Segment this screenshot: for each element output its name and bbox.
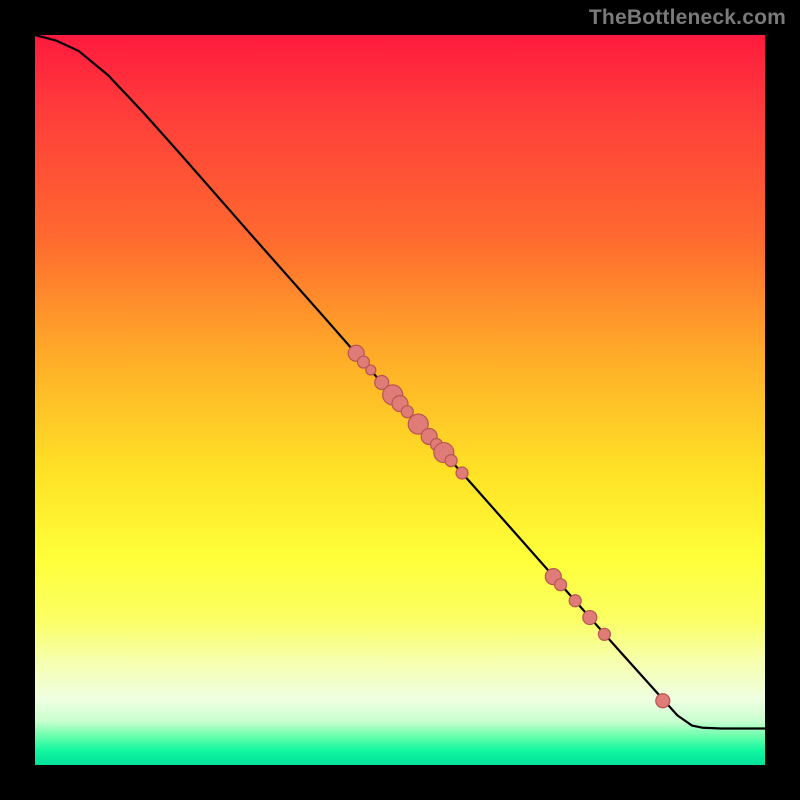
curve-line [35,35,765,729]
chart-stage: TheBottleneck.com [0,0,800,800]
data-point [583,611,597,625]
data-point [569,595,581,607]
data-point [598,628,610,640]
data-point [366,365,376,375]
plot-area [35,35,765,765]
data-point [555,579,567,591]
data-point [445,455,457,467]
data-point [401,406,413,418]
data-point [456,467,468,479]
data-point [656,694,670,708]
plot-svg [35,35,765,765]
watermark-text: TheBottleneck.com [589,6,786,30]
